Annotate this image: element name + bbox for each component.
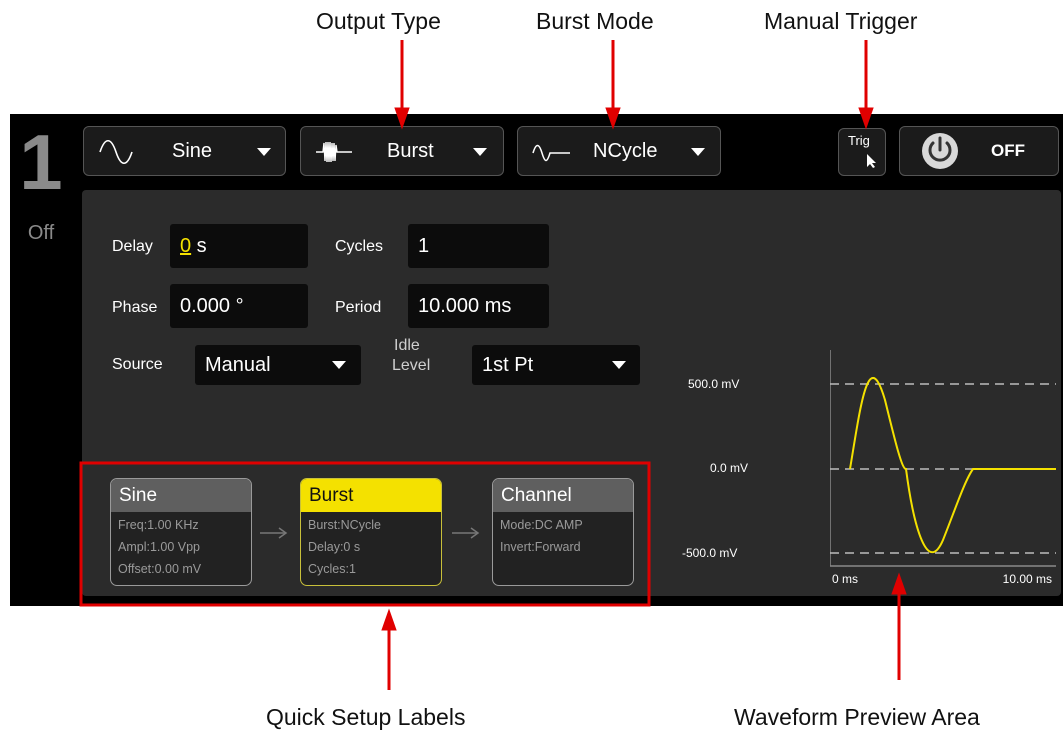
- period-field[interactable]: 10.000 ms: [408, 284, 549, 328]
- y-axis-zero-label: 0.0 mV: [710, 461, 749, 475]
- trigger-label: Trig: [848, 133, 870, 148]
- quick-setup-burst[interactable]: Burst Burst:NCycle Delay:0 s Cycles:1: [300, 478, 442, 586]
- arrow-right-icon: [452, 527, 480, 539]
- sine-wave-icon: [99, 139, 133, 165]
- idle-level-label-line1: Idle: [394, 337, 420, 354]
- delay-value-digit: 0: [180, 234, 192, 257]
- quick-setup-channel-line: Mode:DC AMP: [500, 518, 583, 532]
- chevron-down-icon: [691, 148, 705, 156]
- quick-setup-sine-title: Sine: [111, 479, 251, 512]
- quick-setup-sine[interactable]: Sine Freq:1.00 KHz Ampl:1.00 Vpp Offset:…: [110, 478, 252, 586]
- delay-field[interactable]: 0 s: [170, 224, 308, 268]
- callout-waveform-preview: Waveform Preview Area: [734, 704, 980, 730]
- chevron-down-icon: [612, 361, 626, 369]
- idle-level-value: 1st Pt: [482, 353, 534, 376]
- channel-number: 1: [19, 118, 63, 206]
- callout-quick-setup: Quick Setup Labels: [266, 704, 466, 730]
- cursor-icon: [867, 154, 876, 168]
- cycles-field[interactable]: 1: [408, 224, 549, 268]
- x-axis-start-label: 0 ms: [832, 572, 859, 586]
- callout-manual-trigger: Manual Trigger: [764, 8, 918, 34]
- power-state-label: OFF: [991, 141, 1025, 160]
- waveform-preview: 0 ms 10.00 ms: [830, 350, 1056, 590]
- burst-waveform-trace: [850, 378, 1056, 552]
- period-label: Period: [335, 299, 382, 316]
- callout-output-type: Output Type: [316, 8, 441, 34]
- source-dropdown[interactable]: Manual: [195, 345, 361, 385]
- idle-level-dropdown[interactable]: 1st Pt: [472, 345, 640, 385]
- chevron-down-icon: [473, 148, 487, 156]
- channel-state: Off: [27, 222, 55, 244]
- burst-mode-label: NCycle: [593, 140, 658, 162]
- burst-wave-icon: [316, 141, 352, 163]
- quick-setup-burst-line: Cycles:1: [308, 562, 356, 576]
- quick-setup-sine-line: Freq:1.00 KHz: [118, 518, 199, 532]
- quick-setup-channel-line: Invert:Forward: [500, 540, 581, 554]
- source-label: Source: [112, 356, 163, 373]
- waveform-type-dropdown[interactable]: Sine: [83, 126, 286, 176]
- ncycle-wave-icon: [532, 144, 570, 162]
- instrument-screen: 1 Off Sine Burst NCycle Trig OFF Delay 0…: [10, 114, 1063, 606]
- y-axis-max-label: 500.0 mV: [688, 377, 740, 391]
- quick-setup-sine-line: Offset:0.00 mV: [118, 562, 202, 576]
- quick-setup-burst-line: Delay:0 s: [308, 540, 361, 554]
- phase-value: 0.000 °: [180, 294, 244, 317]
- output-type-label: Burst: [387, 140, 434, 162]
- callout-burst-mode: Burst Mode: [536, 8, 654, 34]
- waveform-preview-plot: [830, 350, 1056, 567]
- period-value: 10.000 ms: [418, 294, 512, 317]
- power-icon: [922, 133, 958, 169]
- quick-setup-burst-title: Burst: [301, 479, 441, 512]
- delay-value-unit: s: [191, 234, 207, 257]
- output-power-button[interactable]: OFF: [899, 126, 1059, 176]
- quick-setup-channel[interactable]: Channel Mode:DC AMP Invert:Forward: [492, 478, 634, 586]
- quick-setup-burst-line: Burst:NCycle: [308, 518, 381, 532]
- cycles-label: Cycles: [335, 238, 384, 255]
- quick-setup-channel-title: Channel: [493, 479, 633, 512]
- phase-label: Phase: [112, 299, 158, 316]
- output-type-dropdown[interactable]: Burst: [300, 126, 504, 176]
- burst-mode-dropdown[interactable]: NCycle: [517, 126, 721, 176]
- idle-level-label-line2: Level: [392, 357, 431, 374]
- manual-trigger-button[interactable]: Trig: [838, 128, 886, 176]
- x-axis-end-label: 10.00 ms: [1002, 572, 1052, 586]
- y-axis-min-label: -500.0 mV: [682, 546, 738, 560]
- quick-setup-sine-line: Ampl:1.00 Vpp: [118, 540, 200, 554]
- arrow-quick-setup: [381, 608, 397, 690]
- waveform-type-label: Sine: [172, 140, 213, 162]
- chevron-down-icon: [257, 148, 271, 156]
- arrow-right-icon: [260, 527, 288, 539]
- source-value: Manual: [205, 353, 271, 376]
- phase-field[interactable]: 0.000 °: [170, 284, 308, 328]
- chevron-down-icon: [332, 361, 346, 369]
- settings-panel: Delay 0 s Cycles 1 Phase 0.000 ° Period …: [82, 190, 1061, 596]
- delay-label: Delay: [112, 238, 153, 255]
- cycles-value: 1: [418, 234, 430, 257]
